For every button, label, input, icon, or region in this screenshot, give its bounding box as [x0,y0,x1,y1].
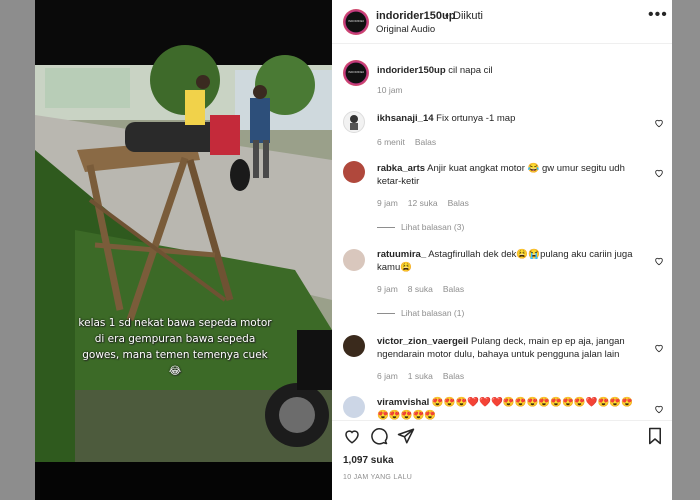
post-header: INDORIDER150UP indorider150up • Diikuti … [332,0,672,44]
page-backdrop-left [0,0,35,500]
reply-button[interactable]: Balas [415,137,436,147]
caption-text: indorider150up cil napa cil [377,64,639,77]
like-comment-heart-icon[interactable] [654,256,664,266]
commenter-avatar[interactable] [343,396,365,418]
comment-username[interactable]: ratuumira_ [377,249,426,260]
more-options-icon[interactable]: ••• [648,6,668,24]
comment-item: viramvishal 😍😍😍❤️❤️❤️😍😍😍😍😍😍😍❤️😍😍😍😍😍😍😍😍 [332,392,672,420]
video-bottom-bar [35,462,332,500]
following-button[interactable]: Diikuti [453,10,483,22]
video-caption-overlay: kelas 1 sd nekat bawa sepeda motor di er… [78,317,272,377]
comment-icon[interactable] [370,427,388,445]
comment-meta: 9 jam 12 suka Balas [377,198,479,208]
comment-text: victor_zion_vaergeil Pulang deck, main e… [377,335,639,361]
like-comment-heart-icon[interactable] [654,404,664,414]
comment-text: ratuumira_ Astagfirullah dek dek😩😭pulang… [377,248,639,274]
heart-icon[interactable] [343,427,361,445]
comment-meta: 6 menit Balas [377,137,446,147]
like-comment-heart-icon[interactable] [654,343,664,353]
view-replies-label: Lihat balasan (1) [401,308,465,318]
post-side-panel: INDORIDER150UP indorider150up • Diikuti … [332,0,672,500]
comment-time: 6 menit [377,137,405,147]
likes-count[interactable]: 1,097 suka [343,455,394,466]
audio-link[interactable]: Original Audio [376,24,435,35]
caption-time: 10 jam [377,85,403,95]
comment-like-count[interactable]: 8 suka [408,284,433,294]
comment-like-count[interactable]: 12 suka [408,198,438,208]
caption-author-avatar[interactable]: INDORIDER150UP [343,60,369,86]
comment-username[interactable]: victor_zion_vaergeil [377,336,468,347]
comment-username[interactable]: rabka_arts [377,163,425,174]
commenter-avatar[interactable] [343,335,365,357]
separator-dot: • [445,10,449,22]
avatar-logo-text: INDORIDER150UP [348,19,364,23]
author-avatar[interactable]: INDORIDER150UP [343,9,369,35]
replies-line [377,313,395,315]
reply-button[interactable]: Balas [443,284,464,294]
caption-body: cil napa cil [445,65,493,76]
comment-time: 6 jam [377,371,398,381]
reply-button[interactable]: Balas [448,198,469,208]
reply-button[interactable]: Balas [443,371,464,381]
post-video[interactable]: kelas 1 sd nekat bawa sepeda motor di er… [35,0,332,462]
comment-username[interactable]: ikhsanaji_14 [377,113,434,124]
comment-time: 9 jam [377,198,398,208]
commenter-avatar[interactable] [343,111,365,133]
post-actions-bar: 1,097 suka 10 JAM YANG LALU [332,420,672,500]
video-frame [35,0,332,462]
caption-meta: 10 jam [377,85,413,95]
caption-username[interactable]: indorider150up [377,65,446,76]
author-username[interactable]: indorider150up [376,10,455,22]
comment-meta: 9 jam 8 suka Balas [377,284,474,294]
view-replies-label: Lihat balasan (3) [401,222,465,232]
comment-text: ikhsanaji_14 Fix ortunya -1 map [377,112,639,125]
replies-line [377,227,395,229]
comment-body: Fix ortunya -1 map [433,113,516,124]
bookmark-icon[interactable] [646,427,664,445]
commenter-avatar[interactable] [343,249,365,271]
avatar-figure-icon [350,115,358,130]
like-comment-heart-icon[interactable] [654,118,664,128]
comment-username[interactable]: viramvishal [377,397,429,408]
comment-text: rabka_arts Anjir kuat angkat motor 😂 gw … [377,162,639,188]
comment-time: 9 jam [377,284,398,294]
comment-meta: 6 jam 1 suka Balas [377,371,474,381]
like-comment-heart-icon[interactable] [654,168,664,178]
commenter-avatar[interactable] [343,161,365,183]
share-icon[interactable] [397,427,415,445]
view-replies-button[interactable]: Lihat balasan (1) [377,308,464,318]
post-timestamp: 10 JAM YANG LALU [343,474,413,481]
caption-avatar-logo-text: INDORIDER150UP [348,70,364,74]
view-replies-button[interactable]: Lihat balasan (3) [377,222,464,232]
comment-like-count[interactable]: 1 suka [408,371,433,381]
page-backdrop-right [672,0,700,500]
comment-text: viramvishal 😍😍😍❤️❤️❤️😍😍😍😍😍😍😍❤️😍😍😍😍😍😍😍😍 [377,396,639,420]
